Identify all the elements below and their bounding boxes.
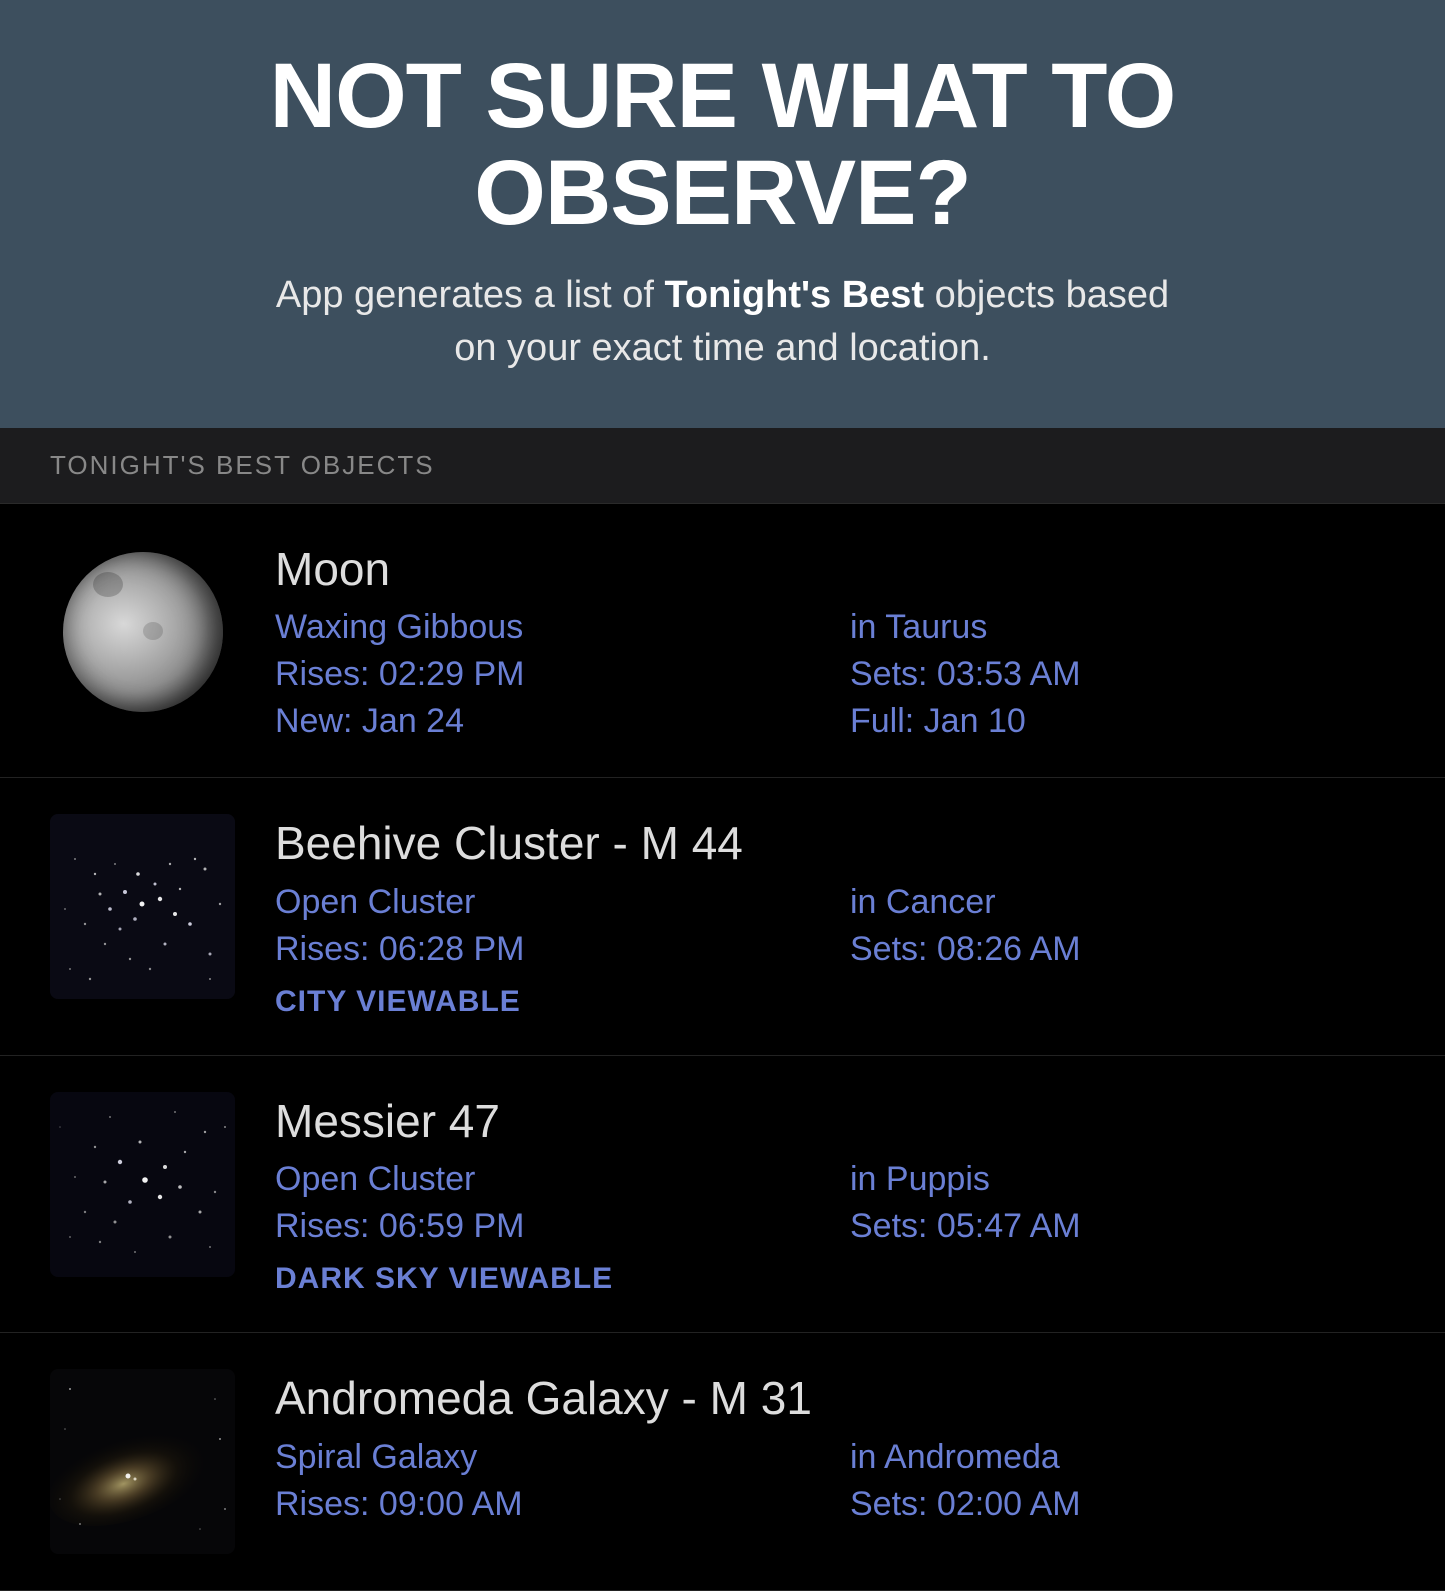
object-sets: Sets: 03:53 AM (850, 655, 1395, 694)
object-constellation: in Cancer (850, 883, 1395, 922)
object-type: Open Cluster (275, 1160, 820, 1199)
object-name: Messier 47 (275, 1096, 1395, 1147)
moon-thumbnail (50, 540, 235, 725)
object-constellation: in Andromeda (850, 1438, 1395, 1477)
object-details-beehive: Open Cluster in Cancer Rises: 06:28 PM S… (275, 883, 1395, 1019)
header-subtitle: App generates a list of Tonight's Best o… (50, 269, 1395, 375)
page-title: NOT SURE WHAT TO OBSERVE? (50, 48, 1395, 241)
header-section: NOT SURE WHAT TO OBSERVE? App generates … (0, 0, 1445, 428)
object-type: Open Cluster (275, 883, 820, 922)
object-name: Moon (275, 544, 1395, 595)
viewable-badge: CITY VIEWABLE (275, 985, 1395, 1019)
object-details-moon: Waxing Gibbous in Taurus Rises: 02:29 PM… (275, 608, 1395, 741)
section-label: TONIGHT'S BEST OBJECTS (0, 428, 1445, 504)
moon-image (63, 552, 223, 712)
beehive-stars-svg (50, 814, 235, 999)
object-sets: Sets: 02:00 AM (850, 1485, 1395, 1524)
object-sets: Sets: 08:26 AM (850, 930, 1395, 969)
object-name: Andromeda Galaxy - M 31 (275, 1373, 1395, 1424)
object-info-beehive: Beehive Cluster - M 44 Open Cluster in C… (275, 814, 1395, 1019)
list-item[interactable]: Andromeda Galaxy - M 31 Spiral Galaxy in… (0, 1333, 1445, 1591)
beehive-thumbnail (50, 814, 235, 999)
subtitle-plain: App generates a list of (276, 274, 665, 316)
list-item[interactable]: Moon Waxing Gibbous in Taurus Rises: 02:… (0, 504, 1445, 779)
m47-thumbnail (50, 1092, 235, 1277)
beehive-image (50, 814, 235, 999)
object-type: Spiral Galaxy (275, 1438, 820, 1477)
object-info-andromeda: Andromeda Galaxy - M 31 Spiral Galaxy in… (275, 1369, 1395, 1524)
andromeda-thumbnail (50, 1369, 235, 1554)
object-extra1: New: Jan 24 (275, 702, 820, 741)
object-constellation: in Taurus (850, 608, 1395, 647)
object-rises: Rises: 09:00 AM (275, 1485, 820, 1524)
object-rises: Rises: 06:59 PM (275, 1207, 820, 1246)
andromeda-stars-svg (50, 1369, 235, 1554)
list-item[interactable]: Messier 47 Open Cluster in Puppis Rises:… (0, 1056, 1445, 1334)
m47-stars-svg (50, 1092, 235, 1277)
m47-image (50, 1092, 235, 1277)
list-item[interactable]: Beehive Cluster - M 44 Open Cluster in C… (0, 778, 1445, 1056)
subtitle-bold: Tonight's Best (665, 274, 925, 316)
object-list: Moon Waxing Gibbous in Taurus Rises: 02:… (0, 504, 1445, 1591)
object-info-moon: Moon Waxing Gibbous in Taurus Rises: 02:… (275, 540, 1395, 742)
object-extra2: Full: Jan 10 (850, 702, 1395, 741)
object-sets: Sets: 05:47 AM (850, 1207, 1395, 1246)
object-type: Waxing Gibbous (275, 608, 820, 647)
object-constellation: in Puppis (850, 1160, 1395, 1199)
object-details-m47: Open Cluster in Puppis Rises: 06:59 PM S… (275, 1160, 1395, 1296)
object-name: Beehive Cluster - M 44 (275, 818, 1395, 869)
viewable-badge: DARK SKY VIEWABLE (275, 1262, 1395, 1296)
object-info-m47: Messier 47 Open Cluster in Puppis Rises:… (275, 1092, 1395, 1297)
object-rises: Rises: 06:28 PM (275, 930, 820, 969)
object-details-andromeda: Spiral Galaxy in Andromeda Rises: 09:00 … (275, 1438, 1395, 1524)
object-rises: Rises: 02:29 PM (275, 655, 820, 694)
